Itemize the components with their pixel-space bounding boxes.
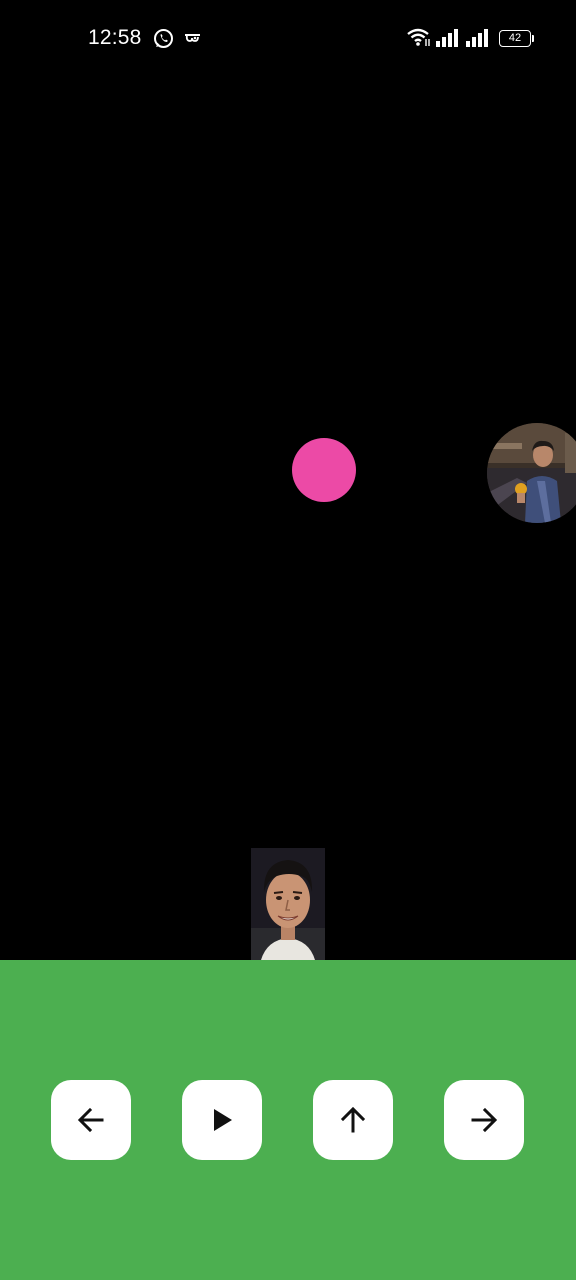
status-time: 12:58 xyxy=(88,26,142,49)
jump-up-button[interactable] xyxy=(313,1080,393,1160)
ball xyxy=(292,438,356,502)
up-arrow-icon xyxy=(340,1106,366,1133)
play-button[interactable] xyxy=(182,1080,262,1160)
move-left-button[interactable] xyxy=(51,1080,131,1160)
status-bar: 12:58 42 xyxy=(0,0,576,78)
battery-icon: 42 xyxy=(499,30,531,47)
right-arrow-icon xyxy=(471,1107,498,1133)
play-icon xyxy=(214,1109,232,1131)
battery-tip xyxy=(532,35,534,42)
move-right-button[interactable] xyxy=(444,1080,524,1160)
game-screen: 12:58 42 xyxy=(0,0,576,1280)
controls-panel xyxy=(0,960,576,1280)
signal-icon xyxy=(436,29,460,52)
left-arrow-icon xyxy=(77,1107,104,1133)
enemy-avatar xyxy=(487,423,576,523)
signal-icon xyxy=(466,29,490,52)
notification-icon xyxy=(184,31,201,50)
whatsapp-icon xyxy=(153,28,174,54)
wifi-icon xyxy=(406,27,432,52)
game-area xyxy=(0,78,576,960)
player-avatar xyxy=(251,848,325,960)
